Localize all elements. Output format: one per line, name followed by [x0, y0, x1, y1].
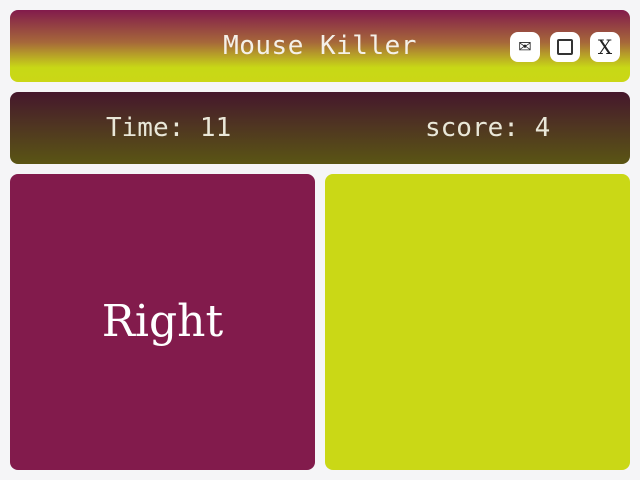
title-bar: Mouse Killer ✉ X	[10, 10, 630, 82]
left-panel-text: Right	[101, 296, 224, 347]
time-display: Time: 11	[106, 113, 232, 143]
close-button[interactable]: X	[590, 32, 620, 62]
right-panel[interactable]	[325, 174, 630, 470]
mail-button[interactable]: ✉	[510, 32, 540, 62]
square-icon	[557, 39, 573, 55]
left-panel[interactable]: Right	[10, 174, 315, 470]
envelope-icon: ✉	[518, 37, 532, 56]
close-icon: X	[597, 35, 613, 59]
status-bar: Time: 11 score: 4	[10, 92, 630, 164]
maximize-button[interactable]	[550, 32, 580, 62]
score-display: score: 4	[425, 113, 551, 143]
